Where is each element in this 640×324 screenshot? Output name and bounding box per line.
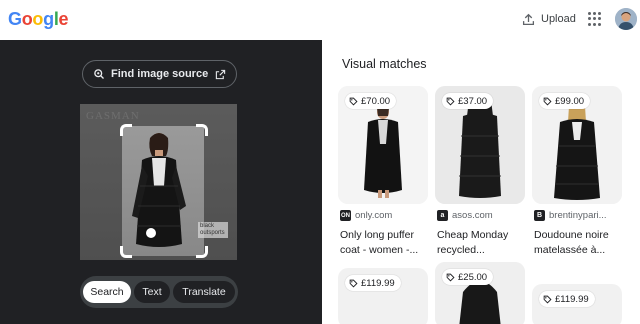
price-tag: £99.00 (539, 93, 591, 109)
google-logo[interactable]: Google (8, 9, 69, 30)
source-domain: asos.com (452, 210, 493, 221)
result-thumbnail[interactable]: £37.00 (435, 86, 525, 204)
results-scrollbar[interactable] (636, 40, 640, 324)
source-domain: brentinypari... (549, 210, 607, 221)
upload-icon (522, 13, 535, 25)
crop-region[interactable] (122, 126, 204, 256)
mode-search[interactable]: Search (83, 281, 131, 303)
result-source: a asos.com (437, 210, 493, 221)
result-thumbnail[interactable]: £119.99 (532, 284, 622, 324)
result-thumbnail[interactable]: £70.00 (338, 86, 428, 204)
price-tag: £119.99 (345, 275, 401, 291)
mode-text[interactable]: Text (134, 281, 170, 303)
tag-icon (543, 97, 552, 106)
apps-grid-icon[interactable] (588, 12, 602, 26)
result-title[interactable]: Only long puffer coat - women -... (340, 228, 430, 258)
result-thumbnail[interactable]: £119.99 (338, 268, 428, 324)
model-in-black-coat (132, 133, 186, 247)
find-image-source-label: Find image source (111, 68, 209, 80)
image-preview-panel: Find image source GASMAN black outsports (0, 40, 322, 324)
top-bar: Google Upload (0, 0, 640, 40)
crop-handle-top-right[interactable] (196, 124, 208, 136)
results-panel: Visual matches £70.00 ON only.com Only l… (322, 40, 640, 324)
result-thumbnail[interactable]: £25.00 (435, 262, 525, 324)
object-dot[interactable] (146, 228, 156, 238)
result-thumbnail[interactable]: £99.00 (532, 86, 622, 204)
only-favicon: ON (340, 210, 351, 221)
result-source: B brentinypari... (534, 210, 607, 221)
price-tag: £25.00 (442, 269, 494, 285)
account-avatar[interactable] (615, 8, 637, 30)
crop-handle-bottom-left[interactable] (120, 246, 132, 258)
price-tag: £119.99 (539, 291, 595, 307)
upload-label: Upload (541, 13, 576, 25)
price-tag: £70.00 (345, 93, 397, 109)
mode-switcher: Search Text Translate (80, 276, 238, 308)
mode-translate[interactable]: Translate (173, 281, 235, 303)
crop-handle-top-left[interactable] (120, 124, 132, 136)
tag-icon (543, 295, 552, 304)
result-source: ON only.com (340, 210, 392, 221)
lens-search-icon (94, 69, 104, 79)
brentiny-favicon: B (534, 210, 545, 221)
source-domain: only.com (355, 210, 393, 221)
price-label: £99.00 (555, 95, 585, 107)
price-tag: £37.00 (442, 93, 494, 109)
price-label: £119.99 (555, 293, 589, 305)
price-label: £119.99 (361, 277, 395, 289)
upload-button[interactable]: Upload (522, 10, 576, 28)
results-title: Visual matches (342, 57, 427, 71)
query-image[interactable]: GASMAN black outsports (80, 104, 237, 260)
tag-icon (349, 279, 358, 288)
result-title[interactable]: Doudoune noire matelassée à... (534, 228, 624, 258)
tag-icon (446, 273, 455, 282)
find-image-source-button[interactable]: Find image source (82, 60, 237, 88)
price-label: £37.00 (458, 95, 488, 107)
price-label: £70.00 (361, 95, 391, 107)
image-tag: black outsports (198, 222, 228, 238)
tag-icon (349, 97, 358, 106)
crop-handle-bottom-right[interactable] (196, 246, 208, 258)
asos-favicon: a (437, 210, 448, 221)
result-title[interactable]: Cheap Monday recycled... (437, 228, 527, 258)
tag-icon (446, 97, 455, 106)
open-external-icon (215, 69, 226, 79)
price-label: £25.00 (458, 271, 488, 283)
